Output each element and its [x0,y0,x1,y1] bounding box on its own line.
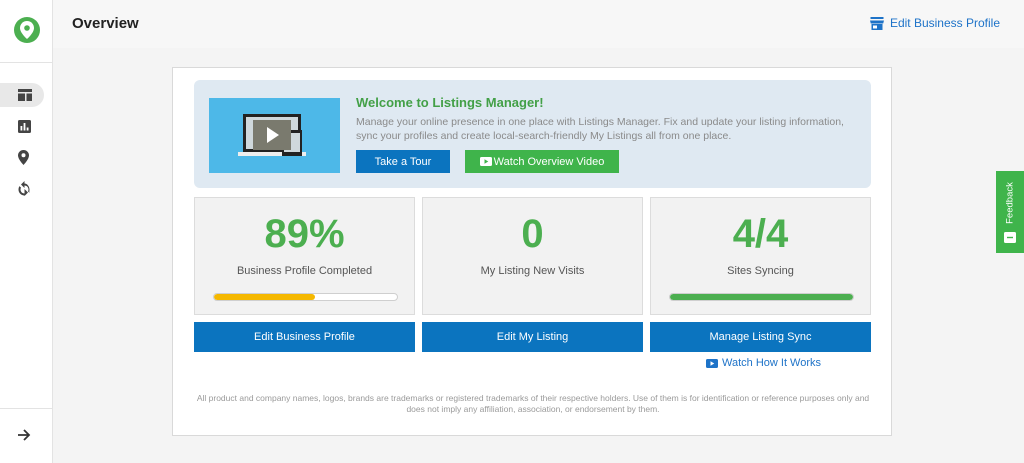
watch-how-it-works-label: Watch How It Works [722,357,822,369]
stat-listing-visits: 0 My Listing New Visits [422,197,643,315]
stat-label: My Listing New Visits [480,265,585,277]
video-play-icon [706,358,718,368]
app-logo-icon[interactable] [14,17,40,43]
profile-progress-bar [213,293,398,301]
edit-business-profile-button[interactable]: Edit Business Profile [194,322,415,352]
sidebar-item-dashboard[interactable] [0,83,44,107]
welcome-title: Welcome to Listings Manager! [356,95,544,110]
overview-video-thumbnail[interactable] [209,98,340,173]
welcome-banner: Welcome to Listings Manager! Manage your… [194,80,871,188]
progress-fill [214,294,315,300]
main-content: Welcome to Listings Manager! Manage your… [53,48,1024,463]
stat-sites-syncing: 4/4 Sites Syncing [650,197,871,315]
welcome-description: Manage your online presence in one place… [356,116,844,142]
feedback-tab[interactable]: Feedback [996,171,1024,253]
bar-chart-icon [18,119,31,133]
progress-fill [670,294,853,300]
video-play-icon [479,157,492,166]
sidebar-divider [0,408,52,409]
store-icon [869,16,884,30]
feedback-icon [1004,232,1016,243]
sidebar-divider [0,62,52,63]
sidebar-item-sync[interactable] [0,176,44,200]
watch-how-it-works-link[interactable]: Watch How It Works [706,357,821,369]
top-header: Overview Edit Business Profile [53,0,1024,48]
map-pin-icon [18,149,29,165]
stat-label: Business Profile Completed [236,265,373,277]
page-title: Overview [72,15,139,32]
sync-progress-bar [669,293,854,301]
sidebar-item-locations[interactable] [0,145,44,169]
manage-listing-sync-button[interactable]: Manage Listing Sync [650,322,871,352]
overview-card: Welcome to Listings Manager! Manage your… [172,67,892,436]
stat-value: 89% [264,212,345,256]
sidebar [0,0,53,463]
watch-overview-video-label: Watch Overview Video [493,155,605,168]
expand-sidebar-button[interactable] [17,428,31,447]
stat-label: Sites Syncing [727,265,794,277]
take-a-tour-button[interactable]: Take a Tour [356,150,450,173]
stat-business-profile: 89% Business Profile Completed [194,197,415,315]
edit-business-profile-link[interactable]: Edit Business Profile [869,16,1000,30]
dashboard-icon [18,89,32,101]
edit-business-profile-label: Edit Business Profile [889,16,1000,30]
sidebar-item-reports[interactable] [0,114,44,138]
sync-icon [18,180,30,196]
edit-my-listing-button[interactable]: Edit My Listing [422,322,643,352]
stat-value: 4/4 [732,212,789,256]
feedback-label: Feedback [1004,182,1016,224]
watch-overview-video-button[interactable]: Watch Overview Video [465,150,619,173]
trademark-disclaimer: All product and company names, logos, br… [196,393,870,414]
devices-video-icon [238,114,306,156]
stat-value: 0 [521,212,544,256]
arrow-right-icon [18,429,31,441]
